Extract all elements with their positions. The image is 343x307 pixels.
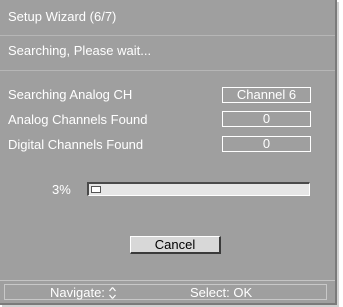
searching-analog-label: Searching Analog CH xyxy=(8,87,133,102)
footer-bar: Navigate: Select: OK xyxy=(0,280,335,303)
digital-found-label: Digital Channels Found xyxy=(8,137,144,152)
progress-percent: 3% xyxy=(52,182,71,197)
analog-found-label: Analog Channels Found xyxy=(8,112,148,127)
footer-hints: Navigate: Select: OK xyxy=(4,284,327,300)
navigate-hint-label: Navigate: xyxy=(50,285,105,300)
dialog-title: Setup Wizard (6/7) xyxy=(8,9,117,24)
progress-fill xyxy=(91,186,101,193)
select-hint: Select: OK xyxy=(190,285,253,300)
status-message: Searching, Please wait... xyxy=(8,43,152,58)
progress-bar xyxy=(87,182,310,196)
cancel-button[interactable]: Cancel xyxy=(130,236,221,254)
digital-found-value: 0 xyxy=(222,136,311,152)
navigate-hint: Navigate: xyxy=(50,286,116,299)
analog-found-value: 0 xyxy=(222,111,311,127)
setup-wizard-dialog: Setup Wizard (6/7) Searching, Please wai… xyxy=(0,0,337,305)
status-divider xyxy=(0,70,335,71)
up-down-arrow-icon xyxy=(108,287,116,299)
searching-analog-value: Channel 6 xyxy=(222,87,311,103)
title-divider xyxy=(0,35,335,36)
